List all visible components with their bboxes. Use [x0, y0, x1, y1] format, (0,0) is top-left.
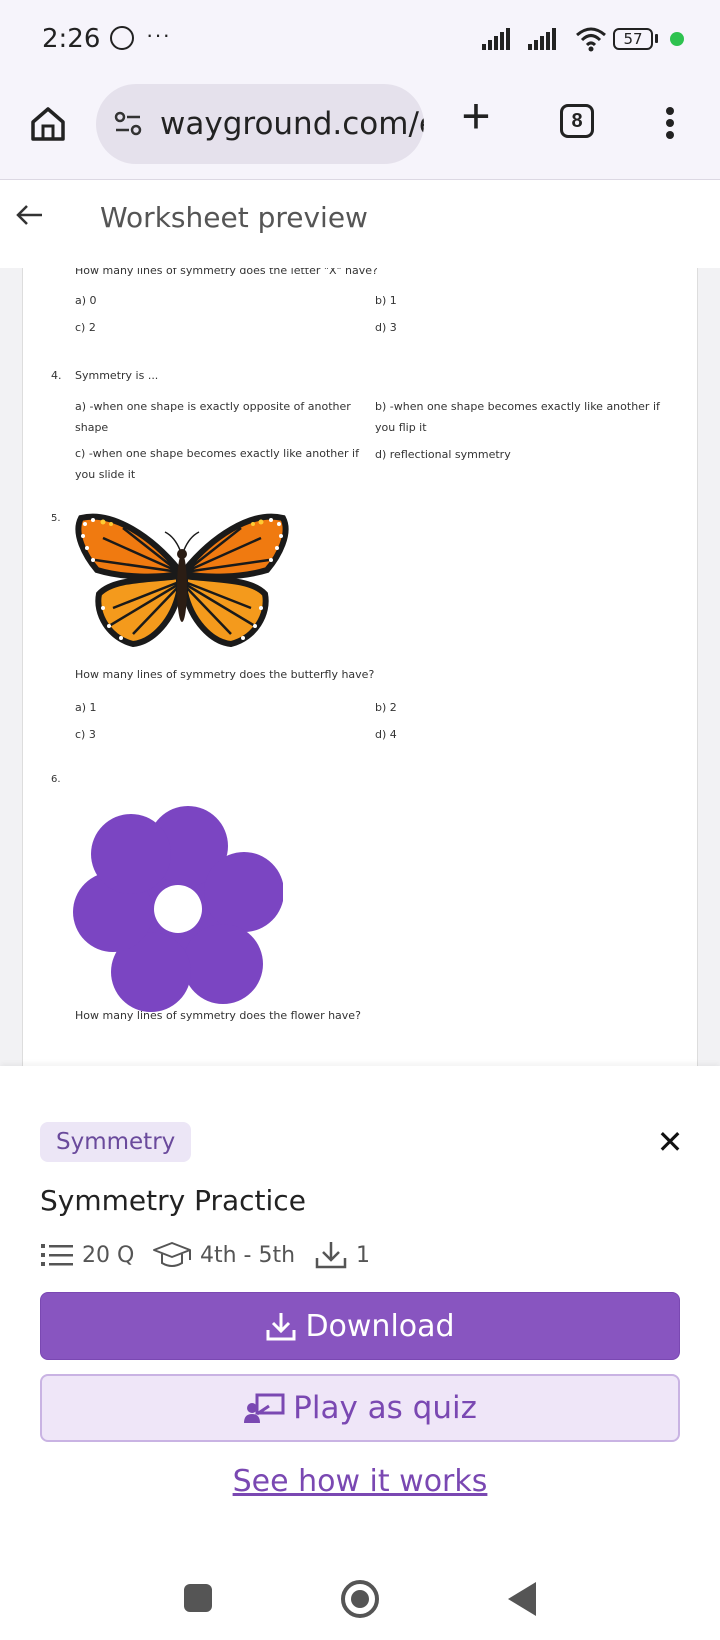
download-icon [315, 1242, 347, 1269]
download-count-label: 1 [356, 1242, 370, 1268]
question-5-text: How many lines of symmetry does the butt… [75, 668, 375, 681]
download-icon [266, 1313, 296, 1341]
answer-a: a) 0 [75, 294, 97, 307]
close-icon[interactable]: ✕ [654, 1126, 686, 1158]
home-icon[interactable] [28, 104, 68, 144]
answer-d: d) reflectional symmetry [375, 448, 511, 461]
worksheet-page: How many lines of symmetry does the lett… [22, 268, 698, 1066]
worksheet-details-panel: Symmetry ✕ Symmetry Practice 20 Q 4th - … [0, 1066, 720, 1640]
grade-level: 4th - 5th [152, 1238, 295, 1272]
download-button-label: Download [305, 1308, 455, 1344]
question-count: 20 Q [40, 1238, 134, 1272]
play-as-quiz-label: Play as quiz [293, 1390, 477, 1426]
wifi-icon [576, 27, 606, 52]
download-count: 1 [314, 1238, 370, 1272]
recents-button[interactable] [184, 1584, 212, 1612]
question-3-text: How many lines of symmetry does the lett… [75, 268, 378, 277]
worksheet-title: Symmetry Practice [40, 1184, 306, 1217]
presentation-icon [244, 1393, 285, 1423]
home-button[interactable] [341, 1580, 379, 1618]
battery-nub [655, 34, 658, 43]
back-arrow-icon[interactable] [14, 199, 46, 231]
answer-d: d) 4 [375, 728, 397, 741]
more-menu-icon[interactable] [660, 104, 680, 144]
answer-c: c) -when one shape becomes exactly like … [75, 447, 359, 481]
grade-level-label: 4th - 5th [200, 1242, 296, 1268]
system-nav-bar [0, 1560, 720, 1640]
more-notifications-icon: ··· [146, 22, 171, 47]
answer-b: b) 2 [375, 701, 397, 714]
butterfly-image [75, 513, 289, 648]
answer-d: d) 3 [375, 321, 397, 334]
list-icon [41, 1244, 73, 1266]
see-how-it-works-link[interactable]: See how it works [0, 1464, 720, 1499]
question-4-text: Symmetry is ... [75, 369, 159, 382]
tab-switcher-button[interactable]: 8 [560, 104, 594, 138]
answer-c: c) 3 [75, 728, 96, 741]
battery-icon: 57 [613, 28, 653, 50]
answer-b: b) -when one shape becomes exactly like … [375, 400, 660, 434]
worksheet-preview[interactable]: How many lines of symmetry does the lett… [0, 268, 720, 1066]
play-as-quiz-button[interactable]: Play as quiz [40, 1374, 680, 1442]
flower-image [73, 806, 283, 1012]
whatsapp-icon [110, 26, 134, 50]
subject-tag[interactable]: Symmetry [40, 1122, 192, 1162]
site-settings-icon[interactable] [112, 108, 144, 140]
question-6-number: 6. [51, 774, 61, 785]
back-button[interactable] [508, 1582, 536, 1616]
new-tab-button[interactable]: + [456, 91, 496, 141]
signal-icon [528, 28, 556, 50]
answer-b: b) 1 [375, 294, 397, 307]
question-count-label: 20 Q [82, 1242, 135, 1268]
privacy-indicator [670, 32, 684, 46]
status-bar: 2:26 ··· 57 [0, 0, 720, 80]
question-5-number: 5. [51, 513, 61, 524]
question-4-number: 4. [51, 369, 62, 382]
page-header: Worksheet preview [0, 181, 720, 268]
address-bar[interactable]: wayground.com/e [96, 84, 424, 164]
status-time: 2:26 [42, 24, 101, 54]
question-6-text: How many lines of symmetry does the flow… [75, 1009, 361, 1022]
browser-toolbar: wayground.com/e + 8 [0, 80, 720, 180]
answer-a: a) -when one shape is exactly opposite o… [75, 400, 351, 434]
page-title: Worksheet preview [100, 201, 368, 234]
url-text: wayground.com/e [160, 106, 424, 142]
answer-a: a) 1 [75, 701, 97, 714]
signal-icon [482, 28, 510, 50]
answer-c: c) 2 [75, 321, 96, 334]
download-button[interactable]: Download [40, 1292, 680, 1360]
graduation-cap-icon [153, 1242, 191, 1267]
